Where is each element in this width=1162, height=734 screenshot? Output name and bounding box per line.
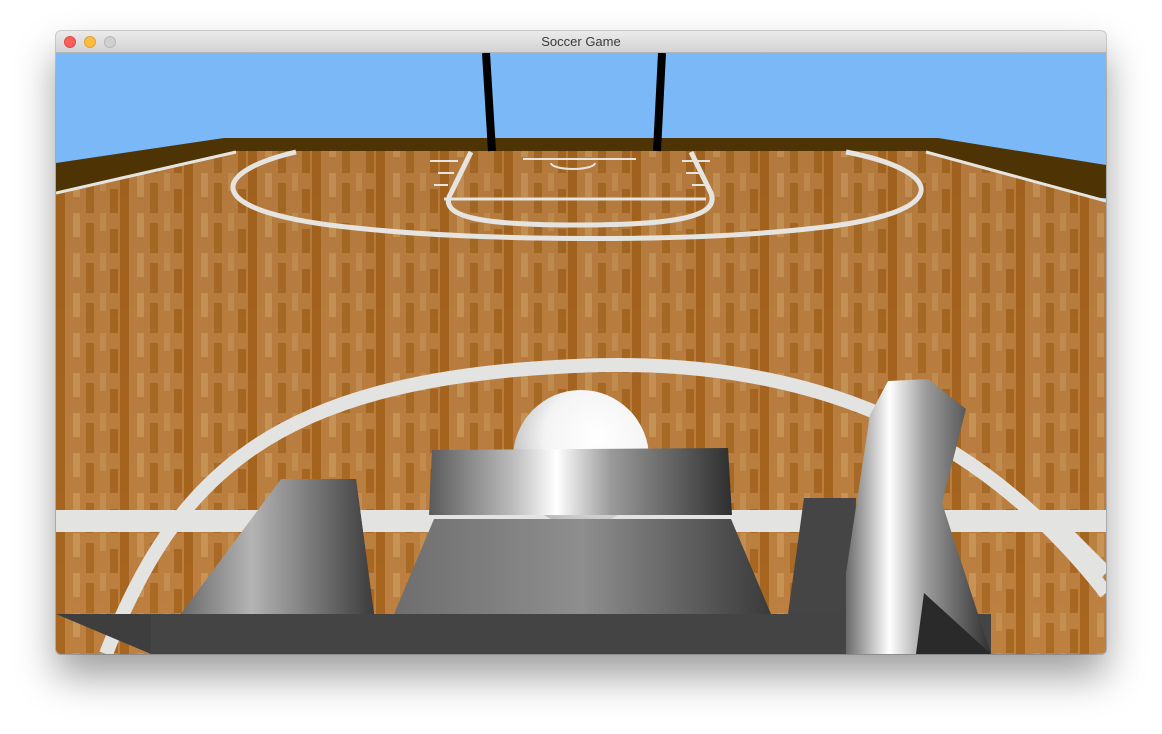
game-viewport[interactable] <box>56 53 1106 654</box>
player-center-block <box>394 519 771 614</box>
title-bar[interactable]: Soccer Game <box>56 31 1106 53</box>
game-window: Soccer Game <box>56 31 1106 654</box>
player-top-panel <box>429 448 732 515</box>
goal-post-right <box>653 53 666 152</box>
window-title: Soccer Game <box>541 34 621 49</box>
